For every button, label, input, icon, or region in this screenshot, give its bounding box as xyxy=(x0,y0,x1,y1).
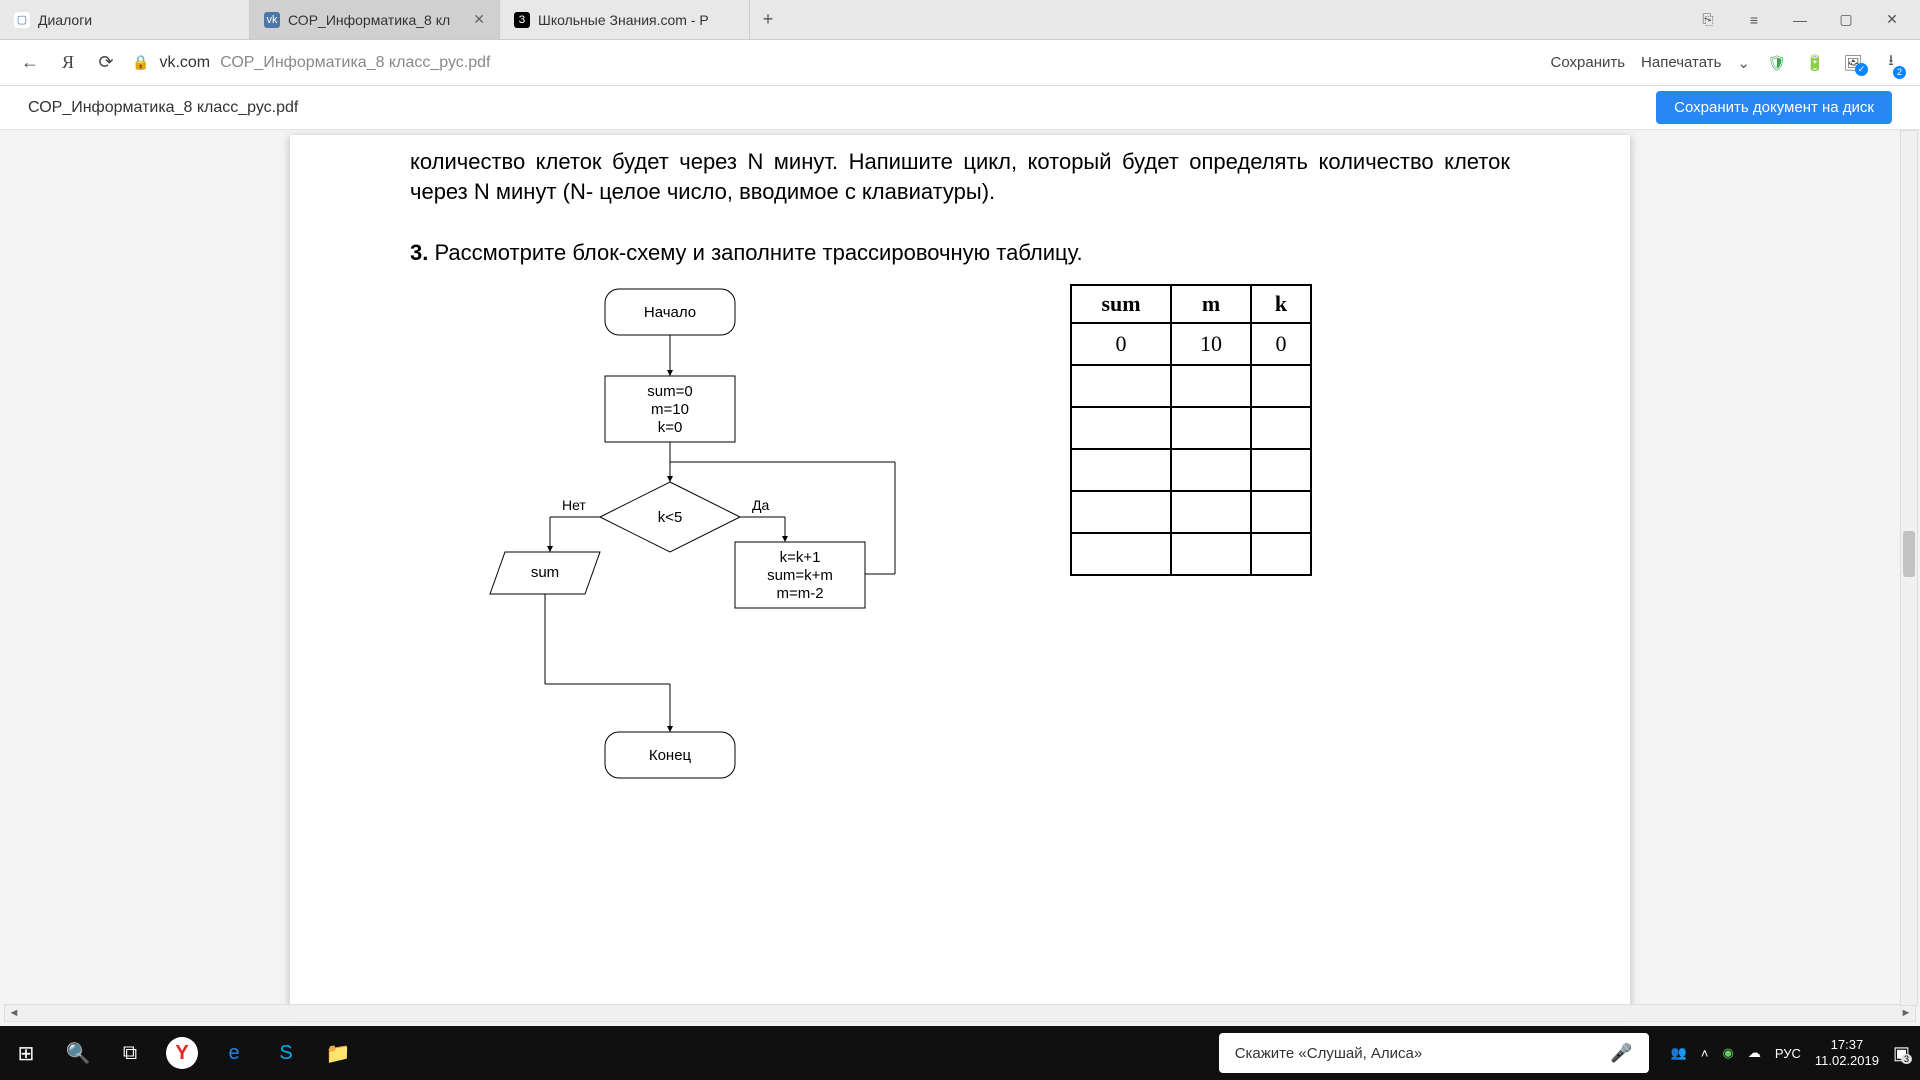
table-row xyxy=(1071,491,1311,533)
horizontal-scrollbar[interactable]: ◄ ► xyxy=(4,1004,1916,1022)
maximize-button[interactable]: ▢ xyxy=(1832,11,1860,28)
flow-body1: k=k+1 xyxy=(780,549,821,566)
task-view-icon[interactable]: ⧉ xyxy=(104,1026,156,1080)
window-controls: ⎘ ≡ ― ▢ ✕ xyxy=(1680,0,1920,39)
back-button[interactable]: ← xyxy=(18,52,42,73)
url-path: СОР_Информатика_8 класс_рус.pdf xyxy=(220,54,490,72)
url-field[interactable]: 🔒 vk.com СОР_Информатика_8 класс_рус.pdf xyxy=(132,54,1537,72)
cell: 0 xyxy=(1251,323,1311,365)
scroll-left-arrow-icon[interactable]: ◄ xyxy=(5,1005,23,1021)
table-row xyxy=(1071,407,1311,449)
pin-icon[interactable]: ⎘ xyxy=(1694,11,1722,28)
clock[interactable]: 17:37 11.02.2019 xyxy=(1815,1037,1879,1068)
tray-app-icon[interactable]: ◉ xyxy=(1722,1045,1733,1061)
flow-init1: sum=0 xyxy=(647,383,692,400)
pdf-page: количество клеток будет через N минут. Н… xyxy=(290,135,1630,1015)
tab-dialogs[interactable]: ▢ Диалоги xyxy=(0,0,250,39)
znaniya-icon: З xyxy=(514,12,530,28)
flowchart: Начало sum=0 m=10 k=0 k<5 Нет sum xyxy=(450,284,930,804)
address-bar: ← Я ⟳ 🔒 vk.com СОР_Информатика_8 класс_р… xyxy=(0,40,1920,86)
network-icon[interactable]: ☁ xyxy=(1748,1045,1761,1061)
flow-no-label: Нет xyxy=(562,497,586,513)
protect-shield-icon[interactable]: 🛡 xyxy=(1766,54,1788,72)
th-m: m xyxy=(1171,285,1251,323)
flowchart-and-table: Начало sum=0 m=10 k=0 k<5 Нет sum xyxy=(410,284,1510,804)
scroll-right-arrow-icon[interactable]: ► xyxy=(1897,1005,1915,1021)
flow-end: Конец xyxy=(649,747,692,764)
start-button[interactable]: ⊞ xyxy=(0,1026,52,1080)
reload-button[interactable]: ⟳ xyxy=(94,52,118,73)
flow-start: Начало xyxy=(644,304,696,321)
trace-table: sum m k 0 10 0 xyxy=(1070,284,1312,576)
notification-count: 3 xyxy=(1901,1054,1912,1064)
th-k: k xyxy=(1251,285,1311,323)
table-row xyxy=(1071,365,1311,407)
file-explorer-icon[interactable]: 📁 xyxy=(312,1026,364,1080)
alisa-prompt: Скажите «Слушай, Алиса» xyxy=(1235,1045,1423,1062)
microphone-icon[interactable]: 🎤 xyxy=(1610,1043,1632,1064)
menu-icon[interactable]: ≡ xyxy=(1740,12,1768,28)
windows-taskbar: ⊞ 🔍 ⧉ Y e S 📁 Скажите «Слушай, Алиса» 🎤 … xyxy=(0,1026,1920,1080)
cell: 10 xyxy=(1171,323,1251,365)
clock-time: 17:37 xyxy=(1815,1037,1879,1053)
save-to-disk-button[interactable]: Сохранить документ на диск xyxy=(1656,91,1892,124)
people-icon[interactable]: 👥 xyxy=(1671,1045,1687,1061)
cell: 0 xyxy=(1071,323,1171,365)
download-icon[interactable]: ⭳2 xyxy=(1880,50,1902,75)
tab-sor-informatika[interactable]: vk СОР_Информатика_8 кл ✕ xyxy=(250,0,500,39)
scroll-thumb[interactable] xyxy=(1903,531,1915,577)
vertical-scrollbar[interactable] xyxy=(1900,130,1918,1006)
tab-znaniya[interactable]: З Школьные Знания.com - Р xyxy=(500,0,750,39)
flow-body2: sum=k+m xyxy=(767,567,833,584)
pdf-toolbar: СОР_Информатика_8 класс_рус.pdf Сохранит… xyxy=(0,86,1920,130)
skype-icon[interactable]: S xyxy=(260,1026,312,1080)
table-row xyxy=(1071,533,1311,575)
document-viewport[interactable]: количество клеток будет через N минут. Н… xyxy=(0,130,1920,1026)
flow-init2: m=10 xyxy=(651,401,689,418)
task2-paragraph: количество клеток будет через N минут. Н… xyxy=(410,147,1510,206)
save-page-button[interactable]: Сохранить xyxy=(1551,54,1626,71)
picture-badge: ✓ xyxy=(1855,63,1868,76)
vk-icon: vk xyxy=(264,12,280,28)
picture-icon[interactable]: 🖼✓ xyxy=(1842,54,1864,72)
browser-tab-strip: ▢ Диалоги vk СОР_Информатика_8 кл ✕ З Шк… xyxy=(0,0,1920,40)
minimize-button[interactable]: ― xyxy=(1786,12,1814,28)
chevron-down-icon[interactable]: ⌄ xyxy=(1737,54,1750,72)
flow-cond: k<5 xyxy=(658,509,683,526)
tab-label: Школьные Знания.com - Р xyxy=(538,12,709,28)
flow-output: sum xyxy=(531,564,559,581)
edge-icon[interactable]: e xyxy=(208,1026,260,1080)
action-center-icon[interactable]: ▣3 xyxy=(1893,1043,1910,1064)
vk-messages-icon: ▢ xyxy=(14,12,30,28)
lock-icon: 🔒 xyxy=(132,54,149,71)
flow-body3: m=m-2 xyxy=(776,585,823,602)
tray-chevron-up-icon[interactable]: ˄ xyxy=(1701,1046,1709,1061)
yandex-browser-icon[interactable]: Y xyxy=(166,1037,198,1069)
table-row xyxy=(1071,449,1311,491)
clock-date: 11.02.2019 xyxy=(1815,1053,1879,1069)
yandex-home-button[interactable]: Я xyxy=(56,52,80,73)
download-count-badge: 2 xyxy=(1893,66,1906,79)
th-sum: sum xyxy=(1071,285,1171,323)
language-indicator[interactable]: РУС xyxy=(1775,1046,1801,1061)
task3-number: 3. xyxy=(410,240,428,265)
search-icon[interactable]: 🔍 xyxy=(52,1026,104,1080)
tab-label: Диалоги xyxy=(38,12,92,28)
new-tab-button[interactable]: + xyxy=(750,0,786,39)
system-tray: 👥 ˄ ◉ ☁ РУС 17:37 11.02.2019 ▣3 xyxy=(1661,1037,1920,1068)
pdf-filename: СОР_Информатика_8 класс_рус.pdf xyxy=(28,99,298,117)
battery-icon[interactable]: 🔋 xyxy=(1804,54,1826,72)
task3-text: Рассмотрите блок-схему и заполните трасс… xyxy=(434,240,1082,265)
print-button[interactable]: Напечатать xyxy=(1641,54,1721,71)
task3-heading: 3. Рассмотрите блок-схему и заполните тр… xyxy=(410,240,1510,266)
tab-label: СОР_Информатика_8 кл xyxy=(288,12,450,28)
close-window-button[interactable]: ✕ xyxy=(1878,11,1906,28)
close-icon[interactable]: ✕ xyxy=(473,11,485,28)
flow-init3: k=0 xyxy=(658,419,683,436)
table-row: 0 10 0 xyxy=(1071,323,1311,365)
flow-yes-label: Да xyxy=(752,497,769,513)
alisa-search-bar[interactable]: Скажите «Слушай, Алиса» 🎤 xyxy=(1219,1033,1649,1073)
url-host: vk.com xyxy=(159,54,210,72)
